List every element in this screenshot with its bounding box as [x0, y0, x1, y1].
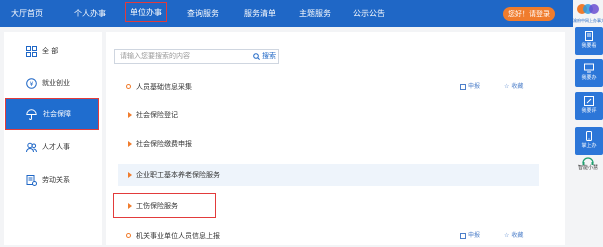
employment-icon: ¥ — [26, 77, 37, 89]
service-list-panel: 请输入您要搜索的内容 搜索 人员基础信息采集 申报 ☆ 收藏 社会保险登记 社会… — [106, 32, 565, 245]
mobile-button[interactable]: 掌上办 — [575, 127, 603, 155]
handle-button[interactable]: 我要办 — [575, 59, 603, 87]
search-button-label: 搜索 — [262, 52, 276, 60]
service-label[interactable]: 社会保险登记 — [136, 104, 178, 126]
favorite-label: 收藏 — [511, 232, 524, 239]
view-button[interactable]: 我要看 — [575, 27, 603, 55]
mobile-label: 掌上办 — [581, 143, 597, 149]
apply-button[interactable]: 申报 — [460, 76, 480, 98]
service-row[interactable]: 工伤保险服务 — [118, 195, 539, 217]
logo-icon — [577, 4, 599, 14]
review-button[interactable]: 我要评 — [575, 92, 603, 120]
handle-label: 我要办 — [581, 75, 597, 81]
star-icon: ☆ — [504, 232, 510, 239]
service-label[interactable]: 人员基础信息采集 — [136, 76, 192, 98]
nav-query[interactable]: 查询服务 — [187, 0, 219, 27]
umbrella-icon — [26, 108, 37, 120]
grid-icon — [26, 45, 37, 57]
document-icon — [585, 31, 593, 41]
category-sidebar: 全 部 ¥ 就业创业 社会保障 人才人事 劳动关系 — [4, 32, 102, 245]
sidebar-label: 人才人事 — [42, 143, 70, 151]
service-label[interactable]: 社会保险缴费申报 — [136, 133, 192, 155]
contract-icon — [26, 174, 37, 186]
service-row[interactable]: 机关事业单位人员信息上报 申报 ☆ 收藏 — [118, 225, 539, 247]
monitor-icon — [584, 63, 594, 73]
favorite-button[interactable]: ☆ 收藏 — [504, 225, 523, 247]
bullet-arrow-icon — [128, 172, 132, 178]
nav-personal[interactable]: 个人办事 — [74, 0, 106, 27]
phone-icon — [586, 131, 592, 141]
search-input[interactable]: 请输入您要搜索的内容 搜索 — [114, 49, 279, 64]
apply-button[interactable]: 申报 — [460, 225, 480, 247]
bullet-arrow-icon — [128, 141, 132, 147]
star-icon: ☆ — [504, 83, 510, 90]
search-icon — [253, 53, 260, 60]
apply-label: 申报 — [468, 232, 481, 239]
favorite-label: 收藏 — [511, 83, 524, 90]
sidebar-item-social-security[interactable]: 社会保障 — [5, 98, 99, 130]
service-row[interactable]: 人员基础信息采集 申报 ☆ 收藏 — [118, 76, 539, 98]
review-label: 我要评 — [581, 108, 597, 114]
logo-text: 渝府中网上办事大厅 — [573, 18, 603, 23]
service-row[interactable]: 企业职工基本养老保险服务 — [118, 164, 539, 186]
search-placeholder: 请输入您要搜索的内容 — [120, 52, 190, 60]
sidebar-item-labor[interactable]: 劳动关系 — [4, 165, 102, 195]
edit-icon — [584, 96, 594, 106]
apply-label: 申报 — [468, 83, 481, 90]
bullet-dot-icon — [126, 233, 131, 238]
view-label: 我要看 — [581, 43, 597, 49]
service-label[interactable]: 企业职工基本养老保险服务 — [136, 164, 220, 186]
search-button[interactable]: 搜索 — [253, 50, 276, 63]
sidebar-item-talent[interactable]: 人才人事 — [4, 132, 102, 162]
document-icon — [460, 84, 466, 90]
people-icon — [26, 142, 37, 152]
nav-notice[interactable]: 公示公告 — [353, 0, 385, 27]
login-button[interactable]: 您好！请登录 — [503, 7, 555, 21]
nav-service-list[interactable]: 服务清单 — [244, 0, 276, 27]
svg-text:¥: ¥ — [30, 81, 34, 88]
sidebar-label: 全 部 — [42, 47, 59, 55]
assistant-label[interactable]: 智能小慧 — [573, 164, 603, 171]
nav-home[interactable]: 大厅首页 — [11, 0, 43, 27]
service-label[interactable]: 工伤保险服务 — [136, 195, 178, 217]
sidebar-item-all[interactable]: 全 部 — [4, 36, 102, 66]
service-row[interactable]: 社会保险缴费申报 — [118, 133, 539, 155]
nav-theme[interactable]: 主题服务 — [299, 0, 331, 27]
bullet-dot-icon — [126, 84, 131, 89]
bullet-arrow-icon — [128, 112, 132, 118]
bullet-arrow-icon — [128, 203, 132, 209]
service-row[interactable]: 社会保险登记 — [118, 104, 539, 126]
sidebar-label: 就业创业 — [42, 79, 70, 87]
favorite-button[interactable]: ☆ 收藏 — [504, 76, 523, 98]
sidebar-label: 劳动关系 — [42, 176, 70, 184]
sidebar-item-employment[interactable]: ¥ 就业创业 — [4, 68, 102, 98]
nav-unit[interactable]: 单位办事 — [125, 2, 167, 22]
service-label[interactable]: 机关事业单位人员信息上报 — [136, 225, 220, 247]
document-icon — [460, 233, 466, 239]
top-nav: 大厅首页 个人办事 单位办事 查询服务 服务清单 主题服务 公示公告 您好！请登… — [0, 0, 573, 27]
sidebar-label: 社会保障 — [43, 110, 71, 118]
